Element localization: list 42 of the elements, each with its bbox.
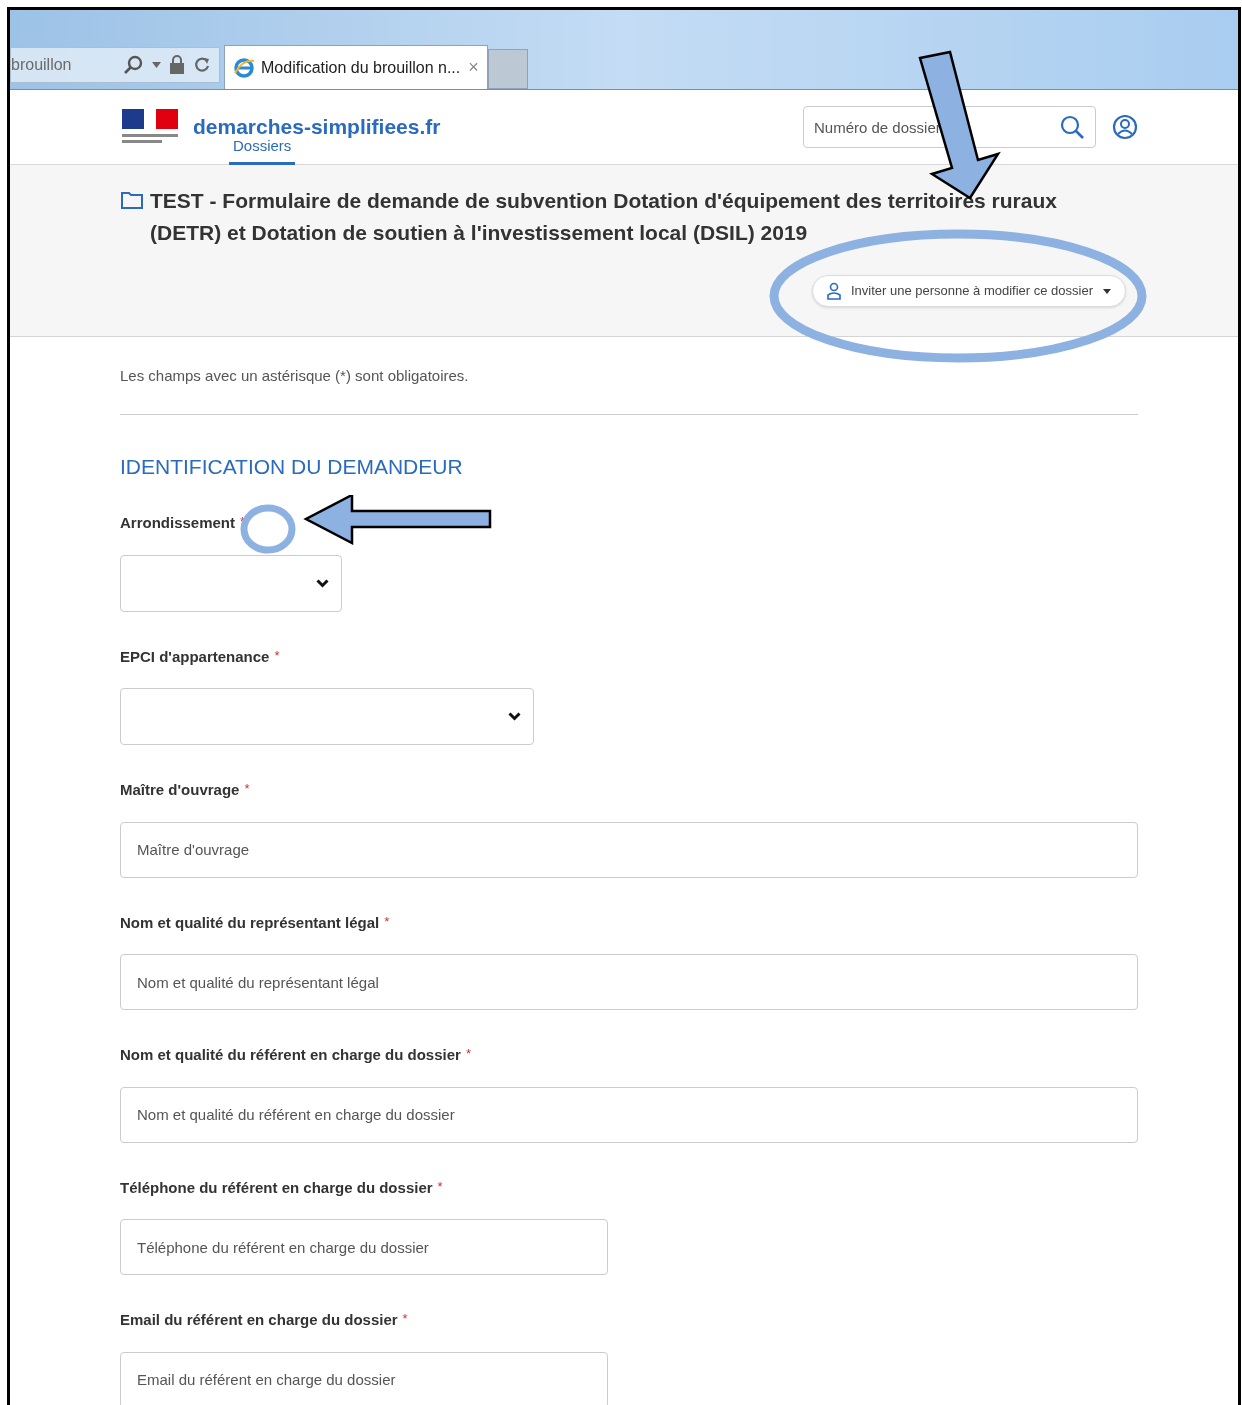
required-mark: * [274,646,280,665]
search-icon[interactable] [1059,114,1085,140]
close-tab-button[interactable]: × [468,54,479,81]
input-field[interactable]: Nom et qualité du représentant légal [120,954,1138,1010]
field-label: Email du référent en charge du dossier [120,1310,398,1330]
input-field[interactable]: Email du référent en charge du dossier [120,1351,608,1405]
required-mark: * [437,1177,443,1196]
field-label: EPCI d'appartenance [120,646,270,667]
caret-icon [1103,288,1111,294]
dossier-title: TEST - Formulaire de demande de subvention Dotation d'équipement des territoires ruraux (DETR) et Dotation de soutien à l'investissement local (DSIL) 2019 [150,188,1058,246]
required-mark: * [384,912,390,931]
refresh-icon[interactable] [193,56,211,74]
folder-icon [120,190,144,210]
input-field[interactable]: Nom et qualité du référent en charge du dossier [120,1086,1138,1143]
search-field[interactable]: Numéro de dossier [803,106,1096,148]
invite-button[interactable]: Inviter une personne à modifier ce dossier [811,275,1126,307]
input-field[interactable]: Téléphone du référent en charge du dossier [120,1219,608,1275]
browser-logo-icon [233,56,255,79]
required-fields-notice: Les champs avec un astérisque (*) sont obligatoires. [120,365,1138,415]
chevron-down-icon [508,712,521,721]
user-account-icon[interactable] [1112,114,1138,140]
dropdown-field[interactable] [120,688,534,745]
input-field[interactable]: Maître d'ouvrage [120,821,1138,878]
browser-tab[interactable]: Modification du brouillon n... × [224,45,488,89]
search-icon[interactable] [122,54,144,76]
required-mark: * [465,1045,471,1063]
search-input[interactable]: Numéro de dossier [804,107,1059,147]
lock-icon [169,55,185,75]
field-label: Maître d'ouvrage [120,780,240,800]
dropdown-caret-icon[interactable] [152,62,161,68]
ellipse-mark [239,503,297,555]
field-label: Téléphone du référent en charge du dossier [120,1177,433,1198]
person-icon [826,282,841,300]
section-title: IDENTIFICATION DU DEMANDEUR [120,453,464,480]
required-mark: * [402,1310,408,1328]
field-label: Nom et qualité du représentant légal [120,912,380,933]
dropdown-field[interactable] [120,554,342,612]
required-mark: * [244,780,250,798]
chevron-down-icon [316,578,329,588]
tab-title: Modification du brouillon n... [261,57,461,78]
field-label: Arrondissement [120,513,236,533]
field-label: Nom et qualité du référent en charge du dossier [120,1045,461,1065]
